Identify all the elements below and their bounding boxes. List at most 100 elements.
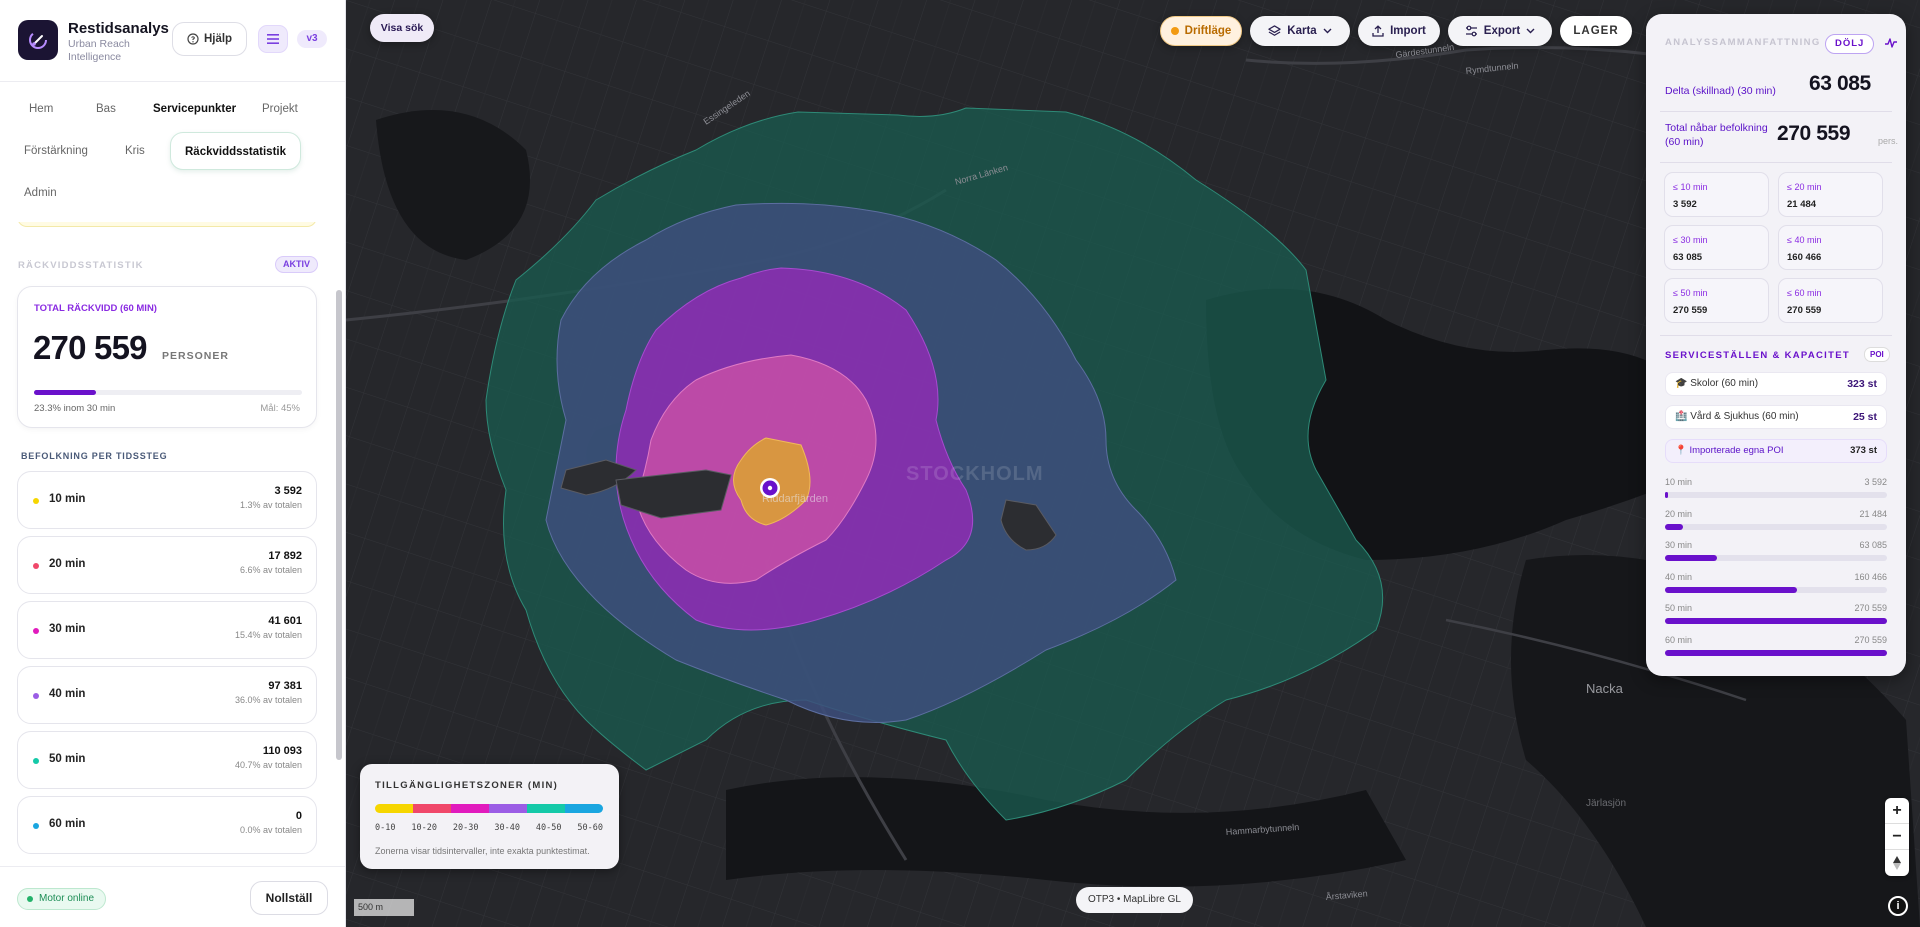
step-card[interactable]: 20 min 17 892 6.6% av totalen <box>17 536 317 594</box>
bar-row-fill <box>1665 649 1887 656</box>
step-color-dot <box>33 563 39 569</box>
total-reach-label: TOTAL RÄCKVIDD (60 MIN) <box>34 303 157 314</box>
legend-tick: 30-40 <box>494 823 520 833</box>
legend-swatch <box>565 804 603 813</box>
divider <box>1660 335 1892 336</box>
help-button[interactable]: Hjälp <box>172 22 247 56</box>
export-label: Export <box>1483 25 1521 37</box>
hide-panel-button[interactable]: DÖLJ <box>1825 34 1875 54</box>
nav-item-bas[interactable]: Bas <box>82 90 130 128</box>
total-reach-unit: PERSONER <box>162 350 229 362</box>
nav-item-servicepunkter[interactable]: Servicepunkter <box>139 90 250 128</box>
step-color-dot <box>33 823 39 829</box>
nav-item-rackviddsstatistik[interactable]: Räckviddsstatistik <box>170 132 301 170</box>
bar-row-track <box>1665 555 1887 561</box>
step-label: 40 min <box>49 688 86 700</box>
total-reach-unit: pers. <box>1878 136 1899 146</box>
accessibility-legend: TILLGÄNGLIGHETSZONER (MIN) 0-10 10-20 20-3… <box>360 764 619 869</box>
reset-button[interactable]: Nollställ <box>250 881 328 915</box>
legend-swatch <box>489 804 527 813</box>
step-card[interactable]: 40 min 97 381 36.0% av totalen <box>17 666 317 724</box>
legend-title: TILLGÄNGLIGHETSZONER (MIN) <box>375 780 559 791</box>
service-label: 📍 Importerade egna POI <box>1675 445 1784 456</box>
bar-row-fill <box>1665 523 1683 530</box>
cumulative-value: 63 085 <box>1673 252 1703 263</box>
cumulative-label: ≤ 30 min <box>1673 235 1708 245</box>
service-row-healthcare[interactable]: 🏥 Vård & Sjukhus (60 min) 25 st <box>1665 405 1887 429</box>
divider <box>1660 162 1892 163</box>
step-card[interactable]: 60 min 0 0.0% av totalen <box>17 796 317 854</box>
origin-marker-icon[interactable] <box>760 478 780 498</box>
legend-swatch <box>451 804 489 813</box>
service-count: 373 st <box>1850 445 1877 456</box>
bar-row-fill <box>1665 586 1797 593</box>
cumulative-label: ≤ 60 min <box>1787 288 1822 298</box>
compass-reset-button[interactable] <box>1885 850 1909 876</box>
step-color-dot <box>33 758 39 764</box>
step-color-dot <box>33 628 39 634</box>
export-button[interactable]: Export <box>1448 16 1552 46</box>
nav-item-forstarkning[interactable]: Förstärkning <box>10 132 102 170</box>
menu-button[interactable] <box>258 25 288 53</box>
service-row-imported-poi[interactable]: 📍 Importerade egna POI 373 st <box>1665 439 1887 463</box>
bar-row-fill <box>1665 492 1668 498</box>
reach-progress-fill <box>34 390 97 395</box>
map-style-button[interactable]: Karta <box>1250 16 1350 46</box>
reach-progress-text: 23.3% inom 30 min <box>34 403 116 414</box>
chevron-down-icon <box>1323 28 1332 34</box>
bar-row-value: 160 466 <box>1854 571 1887 582</box>
layers-button[interactable]: LAGER <box>1560 16 1632 46</box>
legend-color-bar <box>375 804 603 813</box>
step-card[interactable]: 30 min 41 601 15.4% av totalen <box>17 601 317 659</box>
map-city-label: STOCKHOLM <box>906 463 1044 485</box>
map-place-label: Järlasjön <box>1586 798 1626 809</box>
service-row-schools[interactable]: 🎓 Skolor (60 min) 323 st <box>1665 372 1887 396</box>
zoom-control: + − <box>1885 798 1909 876</box>
info-icon[interactable]: i <box>1888 896 1908 916</box>
step-value: 41 601 <box>268 615 302 627</box>
map-attribution[interactable]: OTP3 • MapLibre GL <box>1076 887 1193 913</box>
version-badge: v3 <box>297 30 327 48</box>
mode-button[interactable]: Driftläge <box>1160 16 1242 46</box>
nav-item-kris[interactable]: Kris <box>111 132 159 170</box>
activity-icon[interactable] <box>1884 36 1898 50</box>
nav-item-hem[interactable]: Hem <box>15 90 67 128</box>
stats-section-title: Räckviddsstatistik <box>18 260 144 271</box>
engine-status-text: Motor online <box>39 893 95 904</box>
bar-row-fill <box>1665 618 1887 624</box>
step-value: 3 592 <box>274 485 302 497</box>
sidebar-scrollbar[interactable] <box>336 290 342 760</box>
total-reach-card: TOTAL RÄCKVIDD (60 MIN) 270 559 PERSONER… <box>17 286 317 428</box>
cumulative-bar-row: 50 min 270 559 <box>1665 603 1887 629</box>
legend-tick: 20-30 <box>452 823 479 833</box>
step-label: 60 min <box>49 818 86 830</box>
step-share: 6.6% av totalen <box>239 565 302 575</box>
map-place-label: Nacka <box>1586 681 1624 696</box>
app-logo <box>18 20 58 60</box>
bar-row-track <box>1665 649 1887 656</box>
map-style-label: Karta <box>1287 25 1317 37</box>
poi-badge: POI <box>1864 347 1890 362</box>
cumulative-bar-row: 60 min 270 559 <box>1665 635 1887 661</box>
step-card[interactable]: 50 min 110 093 40.7% av totalen <box>17 731 317 789</box>
cumulative-bar-row: 20 min 21 484 <box>1665 509 1887 535</box>
stats-scroll-area[interactable]: Räckviddsstatistik AKTIV TOTAL RÄCKVIDD … <box>0 222 345 862</box>
bar-row-label: 20 min <box>1665 508 1693 519</box>
show-search-button[interactable]: Visa sök <box>370 14 434 42</box>
service-count: 323 st <box>1847 378 1877 390</box>
reach-goal-text: Mål: 45% <box>260 403 300 414</box>
chevron-down-icon <box>1526 28 1535 34</box>
bar-row-value: 3 592 <box>1864 477 1887 487</box>
bar-row-label: 40 min <box>1665 571 1693 582</box>
scale-bar: 500 m <box>354 899 414 916</box>
per-step-title: BEFOLKNING PER TIDSSTEG <box>21 451 168 461</box>
zoom-out-button[interactable]: − <box>1885 824 1909 850</box>
cumulative-label: ≤ 20 min <box>1787 182 1822 192</box>
import-button[interactable]: Import <box>1358 16 1440 46</box>
step-label: 30 min <box>49 623 86 635</box>
hamburger-icon <box>267 34 279 44</box>
zoom-in-button[interactable]: + <box>1885 798 1909 824</box>
step-card[interactable]: 10 min 3 592 1.3% av totalen <box>17 471 317 529</box>
nav-item-projekt[interactable]: Projekt <box>248 90 312 128</box>
nav-item-admin[interactable]: Admin <box>10 174 71 212</box>
